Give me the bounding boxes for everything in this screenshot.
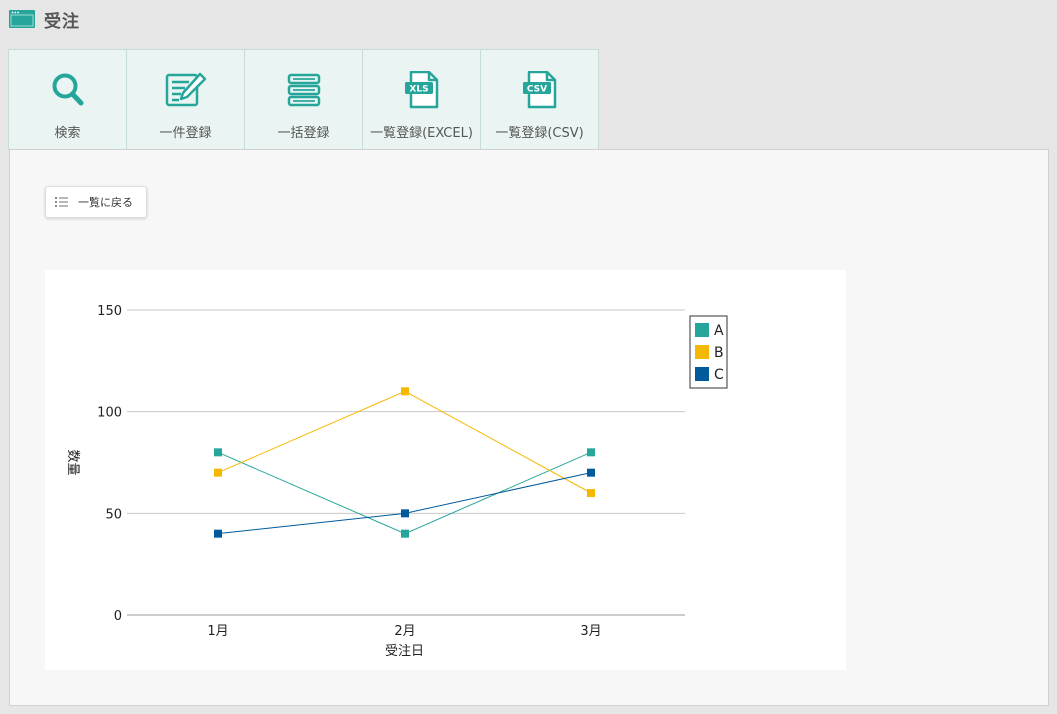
excel-register-button[interactable]: XLS 一覧登録(EXCEL): [362, 49, 481, 150]
csv-file-icon: CSV: [522, 71, 556, 109]
line-chart: 0 50 100 150 1月 2月 3月受注日 数量 A B C: [45, 270, 846, 670]
toolbar: 検索 一件登録 一括登録 XLS 一覧登録(EXCEL) CSV 一覧登録(CS…: [8, 49, 599, 150]
y-tick-label: 50: [105, 507, 122, 522]
series-line-A: [217, 451, 592, 535]
back-to-list-label: 一覧に戻る: [78, 196, 133, 209]
legend-label-B: B: [714, 345, 724, 361]
search-button[interactable]: 検索: [8, 49, 127, 150]
page-header: 受注: [9, 6, 80, 32]
page-title: 受注: [44, 11, 80, 32]
xls-badge: XLS: [409, 85, 428, 95]
data-point-A: [401, 529, 409, 538]
search-icon: [52, 73, 83, 106]
legend-swatch-A: [695, 323, 709, 337]
data-point-C: [587, 468, 595, 477]
y-tick-label: 150: [97, 304, 122, 319]
xls-file-icon: XLS: [404, 71, 438, 109]
y-axis-title: 数量: [65, 449, 80, 475]
csv-register-button[interactable]: CSV 一覧登録(CSV): [480, 49, 599, 150]
stack-icon: [287, 73, 320, 107]
chart-svg: 0 50 100 150 1月 2月 3月受注日 数量 ABC: [65, 304, 728, 659]
x-tick-label: 3月: [580, 624, 601, 639]
content-panel: 一覧に戻る 0 50 100 150 1月 2月 3月受注日 数量 A B C: [9, 149, 1049, 706]
csv-badge: CSV: [526, 85, 546, 95]
data-point-A: [214, 448, 222, 457]
y-tick-label: 0: [114, 609, 122, 624]
legend-label-A: A: [714, 323, 724, 339]
single-register-button[interactable]: 一件登録: [126, 49, 245, 150]
csv-register-button-label: 一覧登録(CSV): [495, 126, 584, 141]
data-point-B: [214, 468, 222, 477]
data-point-B: [401, 387, 409, 396]
bulk-register-button-label: 一括登録: [277, 126, 330, 141]
series-line-C: [217, 472, 592, 535]
single-register-button-label: 一件登録: [159, 126, 212, 141]
series-line-B: [217, 390, 592, 494]
data-point-C: [401, 509, 409, 518]
back-to-list-button[interactable]: 一覧に戻る: [45, 186, 147, 218]
edit-icon: [165, 72, 206, 107]
window-icon: [9, 10, 35, 28]
data-point-C: [214, 529, 222, 538]
legend-label-C: C: [714, 367, 724, 383]
x-tick-label: 1月: [207, 624, 228, 639]
data-point-A: [587, 448, 595, 457]
list-icon: [55, 197, 68, 207]
legend-swatch-C: [695, 367, 709, 381]
y-tick-label: 100: [97, 406, 122, 421]
data-point-B: [587, 489, 595, 497]
legend-swatch-B: [695, 345, 709, 359]
bulk-register-button[interactable]: 一括登録: [244, 49, 363, 150]
x-axis-title: 受注日: [385, 644, 424, 659]
excel-register-button-label: 一覧登録(EXCEL): [370, 126, 473, 141]
search-button-label: 検索: [54, 126, 81, 141]
x-tick-label: 2月: [394, 624, 415, 639]
